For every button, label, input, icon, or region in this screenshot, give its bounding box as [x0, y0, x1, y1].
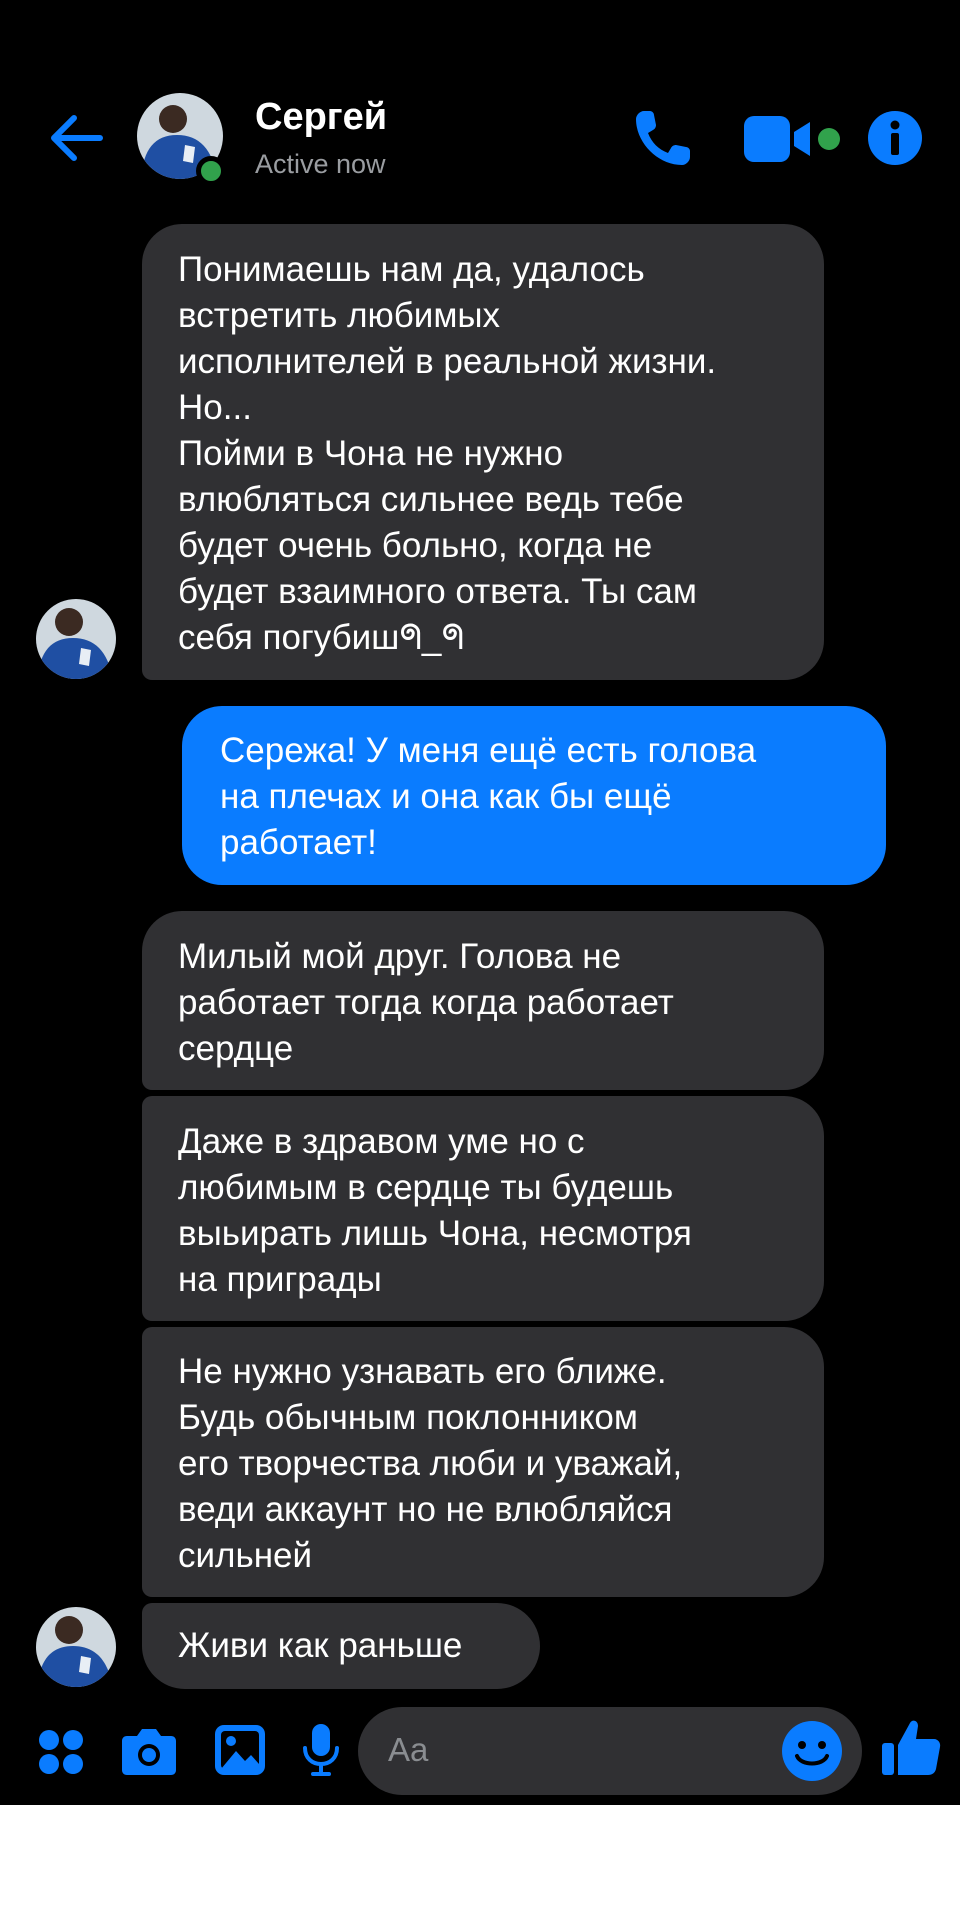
message-bubble-incoming[interactable]: Милый мой друг. Голова не работает тогда… — [142, 911, 824, 1090]
image-icon[interactable] — [214, 1724, 266, 1776]
back-arrow-icon[interactable] — [46, 108, 106, 168]
contact-name[interactable]: Сергей — [255, 96, 387, 139]
camera-icon[interactable] — [121, 1726, 177, 1776]
phone-icon[interactable] — [630, 107, 694, 171]
message-bubble-incoming[interactable]: Живи как раньше — [142, 1603, 540, 1689]
sender-avatar[interactable] — [33, 1604, 119, 1690]
online-status-dot — [196, 156, 226, 186]
grid-dots-icon[interactable] — [38, 1729, 84, 1775]
message-bubble-incoming[interactable]: Даже в здравом уме но с любимым в сердце… — [142, 1096, 824, 1321]
microphone-icon[interactable] — [301, 1722, 341, 1778]
thumbs-up-icon[interactable] — [880, 1717, 942, 1779]
info-icon[interactable] — [868, 111, 922, 165]
contact-status: Active now — [255, 149, 386, 179]
smiley-icon[interactable] — [781, 1720, 843, 1782]
message-input-placeholder: Aa — [388, 1731, 429, 1768]
message-bubble-incoming[interactable]: Понимаешь нам да, удалось встретить люби… — [142, 224, 824, 680]
video-active-dot — [818, 128, 840, 150]
sender-avatar[interactable] — [33, 596, 119, 682]
video-camera-icon[interactable] — [744, 114, 812, 164]
message-bubble-outgoing[interactable]: Сережа! У меня ещё есть голова на плечах… — [182, 706, 886, 885]
message-bubble-incoming[interactable]: Не нужно узнавать его ближе. Будь обычны… — [142, 1327, 824, 1597]
chat-header: Сергей Active now — [0, 0, 960, 210]
messenger-chat-screen: Сергей Active now Понимаешь нам да, удал… — [0, 0, 960, 1805]
